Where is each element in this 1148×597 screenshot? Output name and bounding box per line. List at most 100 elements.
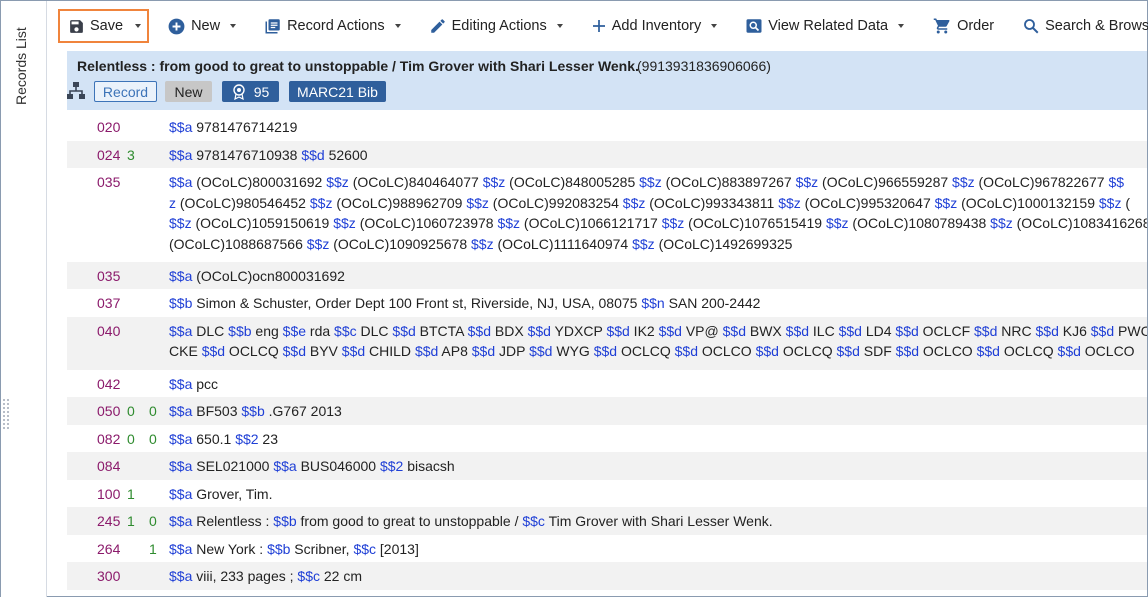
- field-tag[interactable]: 035: [97, 266, 120, 287]
- first-indicator[interactable]: 1: [127, 484, 135, 505]
- marc-field-row[interactable]: 300 $$a viii, 233 pages ; $$c 22 cm: [67, 562, 1147, 590]
- save-button[interactable]: Save: [58, 9, 150, 43]
- field-content[interactable]: $$a SEL021000 $$a BUS046000 $$2 bisacsh: [169, 456, 1147, 477]
- subfield-code: $$d: [593, 343, 618, 360]
- second-indicator[interactable]: 0: [149, 511, 157, 532]
- subfield-code: $$d: [301, 146, 325, 163]
- view-related-data-button[interactable]: View Related Data: [737, 11, 912, 41]
- hierarchy-icon[interactable]: [66, 81, 86, 101]
- field-tag[interactable]: 245: [97, 511, 120, 532]
- cart-icon: [933, 18, 950, 34]
- first-indicator[interactable]: 3: [127, 145, 135, 166]
- records-list-label[interactable]: Records List: [13, 27, 29, 105]
- field-content[interactable]: $$a Relentless : $$b from good to great …: [169, 511, 1147, 532]
- marc-field-row[interactable]: 100 1 $$a Grover, Tim.: [67, 480, 1147, 508]
- order-label: Order: [957, 18, 995, 34]
- field-content[interactable]: $$b Simon & Schuster, Order Dept 100 Fro…: [169, 293, 1147, 314]
- records-list-panel[interactable]: Records List: [1, 1, 47, 597]
- marc-field-row[interactable]: 040 $$a DLC $$b eng $$e rda $$c DLC $$d B…: [67, 316, 1147, 370]
- field-content[interactable]: $$a 650.1 $$2 23: [169, 429, 1147, 450]
- subfield-value: OCLCQ: [999, 343, 1058, 360]
- field-content[interactable]: $$a pcc: [169, 374, 1147, 395]
- search-browse-button[interactable]: Search & Browse: [1014, 11, 1148, 41]
- chevron-down-icon[interactable]: [135, 24, 142, 28]
- record-type-badge: Record: [94, 81, 157, 102]
- field-content[interactable]: $$a (OCoLC)800031692 $$z (OCoLC)84046407…: [169, 172, 1147, 254]
- field-tag[interactable]: 300: [97, 566, 120, 587]
- field-content-line: $$a 650.1 $$2 23: [169, 429, 1147, 450]
- resize-handle[interactable]: [3, 399, 11, 431]
- field-tag[interactable]: 082: [97, 429, 120, 450]
- marc-field-row[interactable]: 245 1 0 $$a Relentless : $$b from good to g…: [67, 507, 1147, 535]
- subfield-code: $$z: [482, 174, 506, 190]
- marc-field-row[interactable]: 037 $$b Simon & Schuster, Order Dept 100 …: [67, 289, 1147, 317]
- subfield-code: $$b: [241, 403, 265, 420]
- field-tag[interactable]: 037: [97, 293, 120, 314]
- marc-field-row[interactable]: 020 $$a 9781476714219: [67, 113, 1147, 141]
- field-content[interactable]: $$a 9781476710938 $$d 52600: [169, 145, 1147, 166]
- field-content[interactable]: $$a 9781476714219: [169, 117, 1147, 138]
- subfield-value: (OCoLC)1090925678: [329, 235, 471, 252]
- field-tag[interactable]: 035: [97, 172, 120, 193]
- second-indicator[interactable]: 0: [149, 429, 157, 450]
- field-content[interactable]: $$a New York : $$b Scribner, $$c [2013]: [169, 539, 1147, 560]
- new-button[interactable]: New: [159, 11, 244, 41]
- marc-field-row[interactable]: 035 $$a (OCoLC)ocn800031692: [67, 261, 1147, 290]
- field-content[interactable]: $$a (OCoLC)ocn800031692: [169, 266, 1147, 287]
- pencil-icon: [430, 19, 445, 33]
- subfield-code: $$d: [785, 322, 810, 339]
- subfield-code: $$d: [606, 322, 630, 339]
- field-content[interactable]: $$a viii, 233 pages ; $$c 22 cm: [169, 566, 1147, 587]
- subfield-value: NRC: [997, 322, 1036, 339]
- field-content[interactable]: $$a DLC $$b eng $$e rda $$c DLC $$d BTCT…: [169, 321, 1147, 362]
- subfield-value: OCLCO: [698, 343, 756, 360]
- first-indicator[interactable]: 0: [127, 401, 135, 422]
- field-tag[interactable]: 336: [97, 594, 120, 597]
- record-list-icon: [265, 19, 280, 34]
- field-tag[interactable]: 084: [97, 456, 120, 477]
- field-tag[interactable]: 050: [97, 401, 120, 422]
- save-label: Save: [90, 18, 124, 34]
- field-content[interactable]: $$a text $$b txt $$2 rdacontent: [169, 594, 1147, 597]
- field-content-line: $$b Simon & Schuster, Order Dept 100 Fro…: [169, 293, 1147, 314]
- subfield-code: $$z: [825, 215, 849, 232]
- first-indicator[interactable]: 1: [127, 511, 135, 532]
- add-inventory-button[interactable]: Add Inventory: [583, 11, 725, 41]
- second-indicator[interactable]: 1: [149, 539, 157, 560]
- marc-field-row[interactable]: 035 $$a (OCoLC)800031692 $$z (OCoLC)84046…: [67, 168, 1147, 262]
- marc-field-row[interactable]: 050 0 0 $$a BF503 $$b .G767 2013: [67, 397, 1147, 425]
- marc-field-row[interactable]: 024 3 $$a 9781476710938 $$d 52600: [67, 140, 1147, 168]
- subfield-value: BTCTA: [415, 322, 468, 339]
- field-content[interactable]: $$a Grover, Tim.: [169, 484, 1147, 505]
- subfield-code: $$z: [661, 215, 685, 232]
- field-tag[interactable]: 264: [97, 539, 120, 560]
- marc-field-row[interactable]: 264 1 $$a New York : $$b Scribner, $$c [20…: [67, 535, 1147, 563]
- marc-field-row[interactable]: 082 0 0 $$a 650.1 $$2 23: [67, 425, 1147, 453]
- chevron-down-icon: [898, 24, 905, 28]
- field-tag[interactable]: 040: [97, 321, 120, 342]
- subfield-code: $$z: [632, 235, 655, 252]
- search-browse-label: Search & Browse: [1045, 18, 1148, 34]
- field-tag[interactable]: 100: [97, 484, 120, 505]
- field-tag[interactable]: 020: [97, 117, 120, 138]
- editing-actions-button[interactable]: Editing Actions: [421, 11, 571, 41]
- order-button[interactable]: Order: [924, 11, 1002, 41]
- field-content[interactable]: $$a BF503 $$b .G767 2013: [169, 401, 1147, 422]
- marc-field-row[interactable]: 042 $$a pcc: [67, 370, 1147, 398]
- record-actions-button[interactable]: Record Actions: [256, 11, 409, 41]
- marc-field-row[interactable]: 336 $$a text $$b txt $$2 rdacontent: [67, 590, 1147, 597]
- marc-field-table: 020 $$a 9781476714219 024 3 $$a 978147671093…: [67, 113, 1147, 596]
- subfield-value: Scribner,: [290, 540, 354, 557]
- subfield-code: $$z: [795, 174, 819, 190]
- subfield-value: OCLCQ: [617, 343, 675, 360]
- subfield-code: $$d: [282, 343, 306, 360]
- subfield-code: $$z: [333, 215, 356, 232]
- field-tag[interactable]: 024: [97, 145, 120, 166]
- field-tag[interactable]: 042: [97, 374, 120, 395]
- second-indicator[interactable]: 0: [149, 401, 157, 422]
- first-indicator[interactable]: 0: [127, 429, 135, 450]
- marc-field-row[interactable]: 084 $$a SEL021000 $$a BUS046000 $$2 bisac…: [67, 452, 1147, 480]
- field-content-line: $$a DLC $$b eng $$e rda $$c DLC $$d BTCT…: [169, 321, 1147, 342]
- subfield-value: BYV: [305, 343, 342, 360]
- subfield-code: $$b: [228, 322, 252, 339]
